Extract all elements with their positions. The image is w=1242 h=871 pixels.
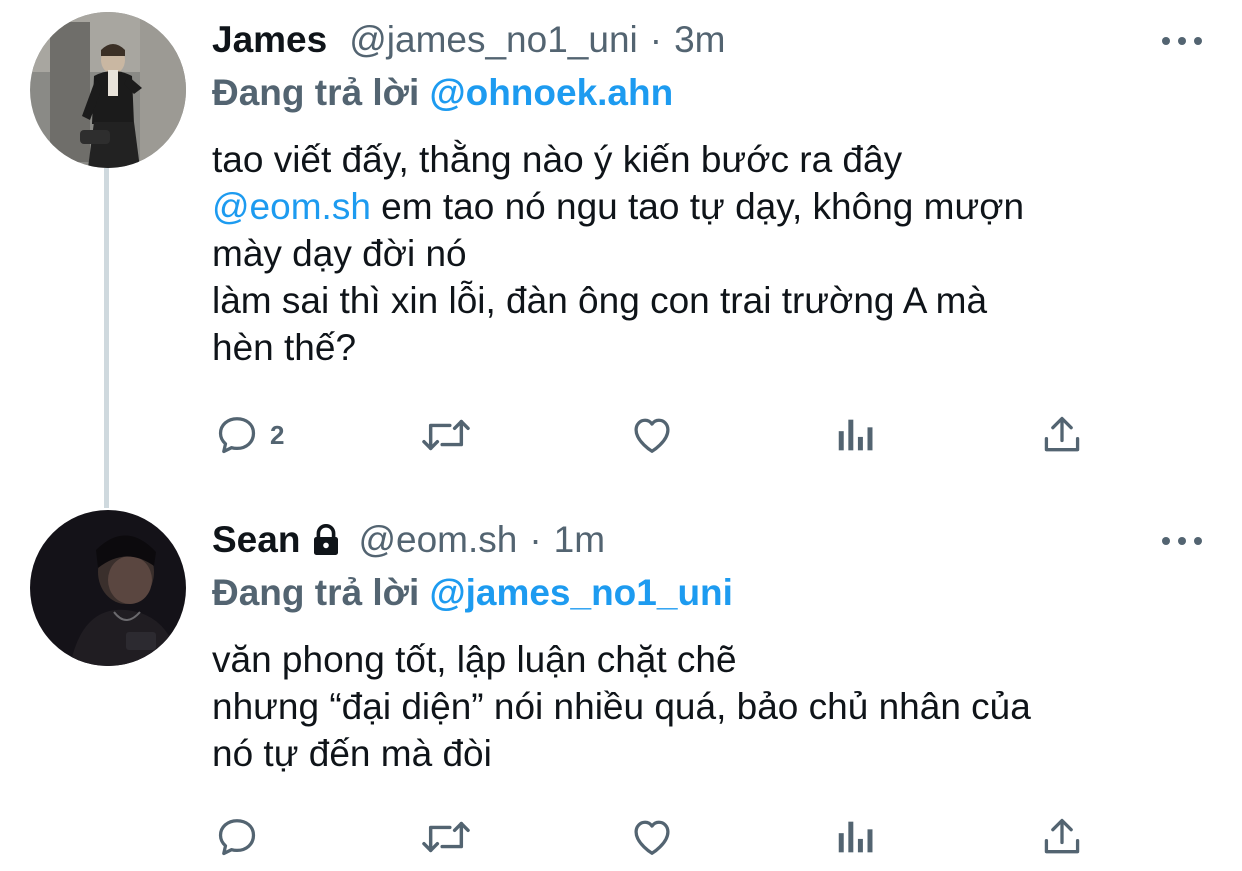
- like-button[interactable]: [628, 410, 676, 460]
- share-button[interactable]: [1040, 812, 1084, 862]
- tweet-text-line: văn phong tốt, lập luận chặt chẽ: [212, 639, 737, 680]
- replying-mention-link[interactable]: @ohnoek.ahn: [430, 72, 674, 113]
- share-icon: [1044, 818, 1080, 854]
- tweet-text-line: tao viết đấy, thằng nào ý kiến bước ra đ…: [212, 139, 903, 180]
- replying-mention-link[interactable]: @james_no1_uni: [430, 572, 733, 613]
- tweet-text-line: mày dạy đời nó: [212, 233, 467, 274]
- avatar-sean-image: [30, 510, 186, 666]
- tweet-text-line: hèn thế?: [212, 327, 357, 368]
- tweet-content: Sean @eom.sh · 1m Đang trả lời @james_no…: [212, 512, 1202, 777]
- more-icon[interactable]: [1162, 524, 1202, 558]
- tweet-header: James @james_no1_uni · 3m: [212, 12, 1202, 68]
- tweet-actions: 2: [212, 410, 1092, 460]
- thread-line: [104, 168, 109, 508]
- tweet-header: Sean @eom.sh · 1m: [212, 512, 1202, 568]
- views-icon: [838, 821, 873, 853]
- timestamp[interactable]: 3m: [674, 19, 725, 61]
- tweet-actions: [212, 812, 1092, 862]
- retweet-button[interactable]: [418, 410, 474, 460]
- tweet-content: James @james_no1_uni · 3m Đang trả lời @…: [212, 12, 1202, 371]
- lock-icon: [314, 523, 339, 555]
- avatar-sean[interactable]: [30, 510, 186, 666]
- tweet-text-fragment: em tao nó ngu tao tự dạy, không mượn: [370, 186, 1025, 227]
- avatar-james-image: [30, 12, 186, 168]
- display-name[interactable]: Sean: [212, 519, 300, 561]
- tweet-text-line: làm sai thì xin lỗi, đàn ông con trai tr…: [212, 280, 988, 321]
- tweet-text-line: nó tự đến mà đòi: [212, 733, 492, 774]
- more-icon[interactable]: [1162, 24, 1202, 58]
- separator-dot: ·: [529, 519, 542, 560]
- tweet-text-line: nhưng “đại diện” nói nhiều quá, bảo chủ …: [212, 686, 1031, 727]
- like-icon: [634, 820, 670, 855]
- tweet-text-line: @eom.sh em tao nó ngu tao tự dạy, không …: [212, 183, 1202, 230]
- like-button[interactable]: [628, 812, 676, 862]
- replying-to: Đang trả lời @james_no1_uni: [212, 568, 1202, 618]
- retweet-icon: [422, 821, 470, 853]
- user-handle[interactable]: @james_no1_uni: [349, 19, 638, 61]
- tweet-text: tao viết đấy, thằng nào ý kiến bước ra đ…: [212, 136, 1202, 371]
- user-handle[interactable]: @eom.sh: [358, 519, 517, 561]
- retweet-icon: [422, 419, 470, 451]
- share-icon: [1044, 416, 1080, 452]
- views-button[interactable]: [836, 410, 876, 460]
- like-icon: [634, 418, 670, 453]
- replying-prefix: Đang trả lời: [212, 572, 420, 613]
- timestamp[interactable]: 1m: [554, 519, 605, 561]
- views-icon: [838, 419, 873, 451]
- replying-prefix: Đang trả lời: [212, 72, 420, 113]
- avatar-james[interactable]: [30, 12, 186, 168]
- retweet-button[interactable]: [418, 812, 474, 862]
- share-button[interactable]: [1040, 410, 1084, 460]
- display-name[interactable]: James: [212, 19, 327, 61]
- reply-icon: [218, 819, 256, 856]
- reply-button[interactable]: [214, 812, 270, 862]
- reply-button[interactable]: 2: [214, 410, 284, 460]
- tweet-text: văn phong tốt, lập luận chặt chẽ nhưng “…: [212, 636, 1202, 777]
- mention-link[interactable]: @eom.sh: [212, 186, 371, 227]
- reply-count: 2: [270, 419, 285, 450]
- separator-dot: ·: [649, 19, 663, 60]
- reply-icon: [218, 417, 256, 454]
- replying-to: Đang trả lời @ohnoek.ahn: [212, 68, 1202, 118]
- views-button[interactable]: [836, 812, 876, 862]
